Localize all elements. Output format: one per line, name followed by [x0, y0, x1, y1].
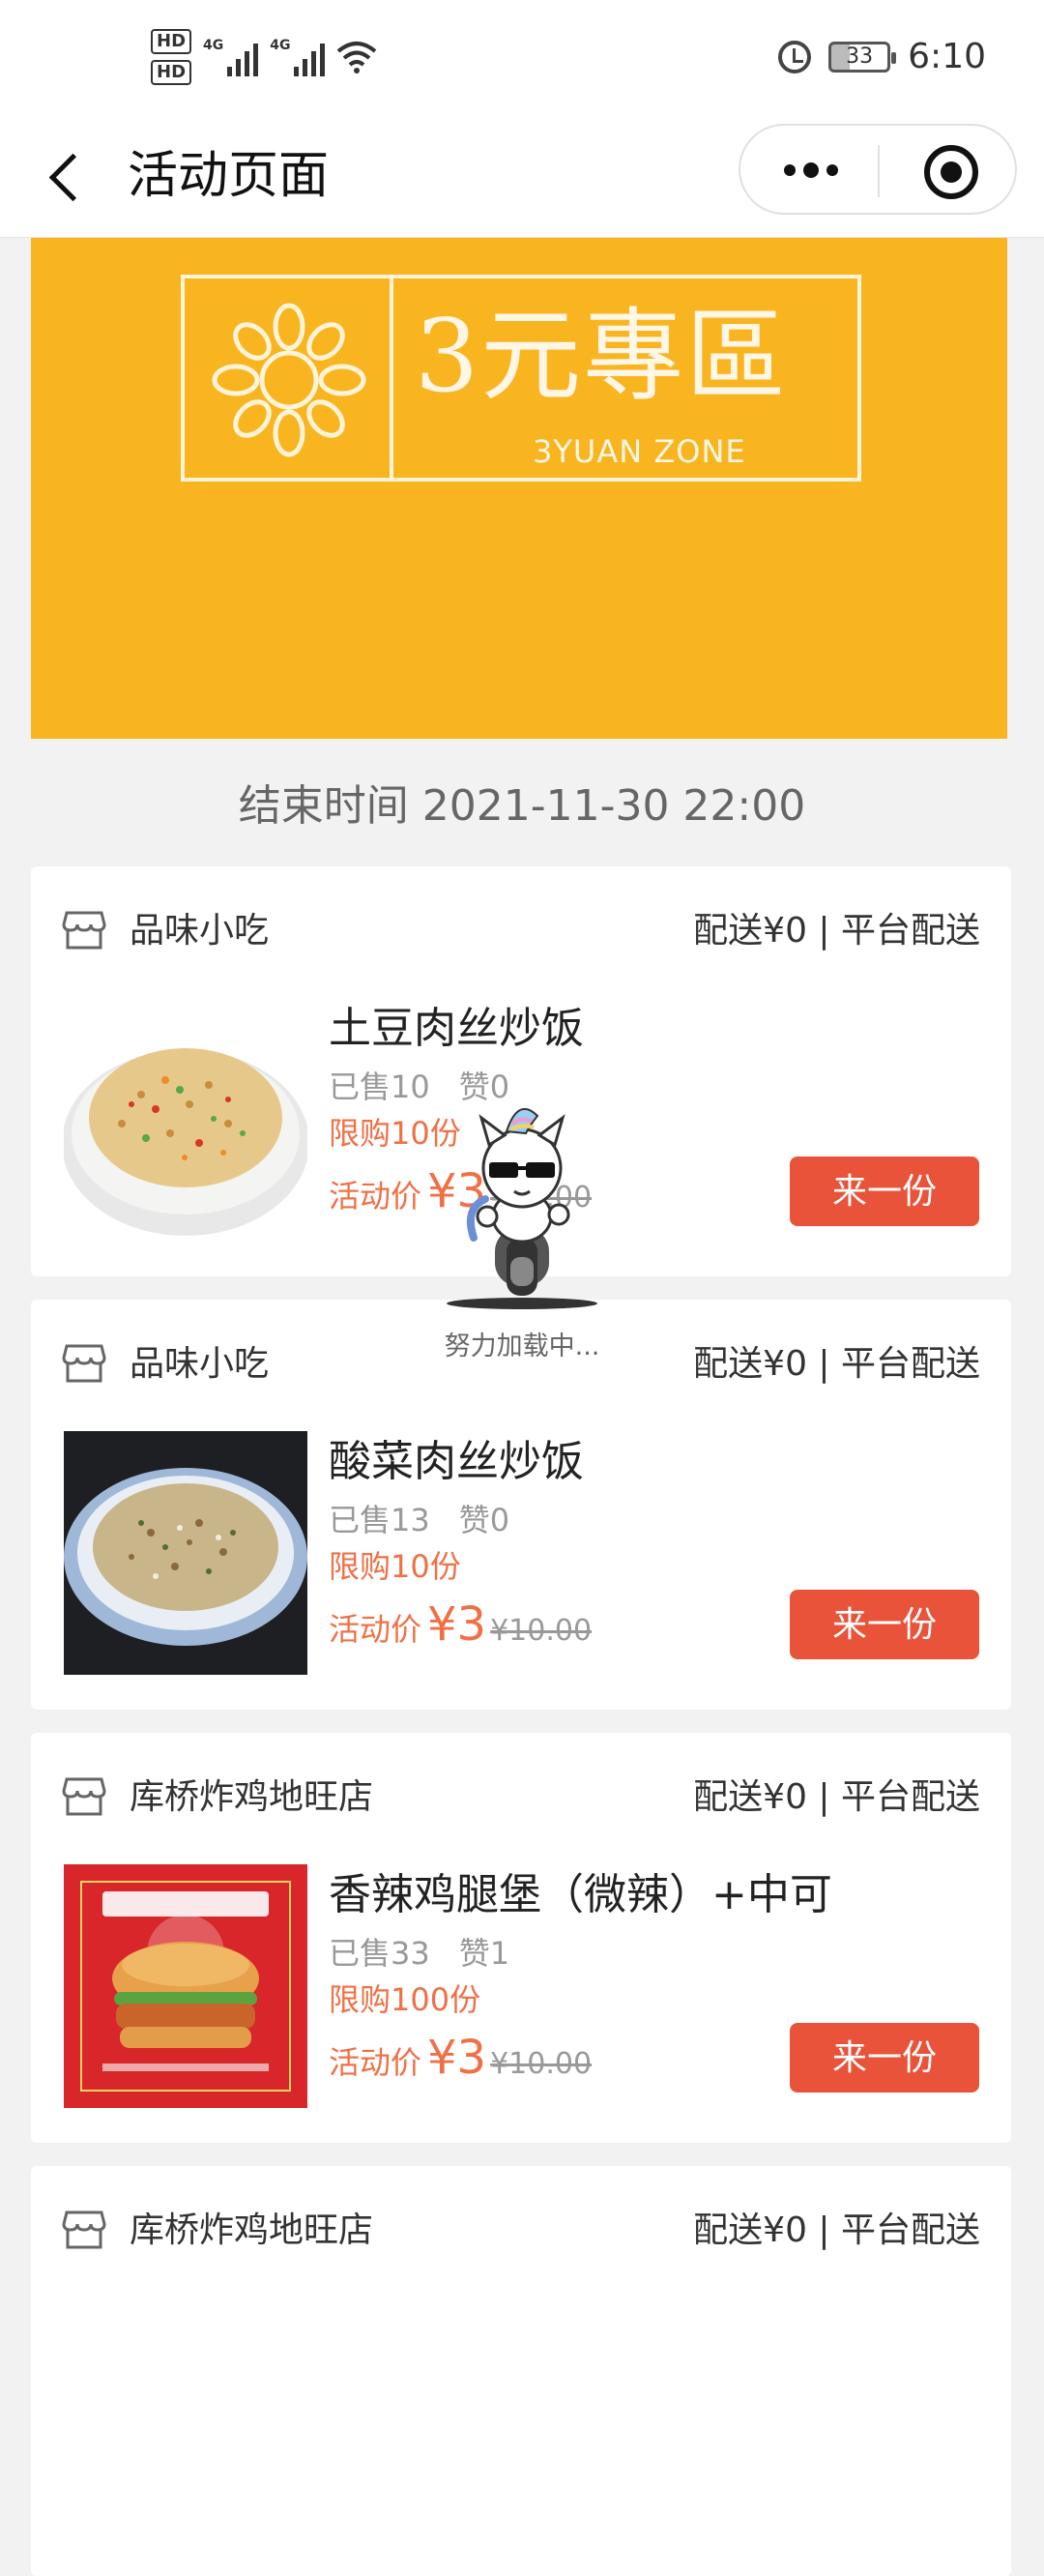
buy-button[interactable]: 来一份: [790, 1156, 979, 1226]
delivery-info: 配送¥0 | 平台配送: [693, 2210, 980, 2250]
price-label: 活动价: [329, 2044, 422, 2081]
status-left: HD HD 4G 4G: [151, 29, 377, 85]
shop-name: 品味小吃: [130, 911, 270, 951]
hd-icon: HD: [151, 29, 192, 54]
target-circle-icon[interactable]: [924, 145, 978, 199]
sold-count: 已售10: [329, 1068, 430, 1105]
banner-subtitle: 3YUAN ZONE: [533, 433, 746, 470]
buy-button[interactable]: 来一份: [790, 1590, 979, 1659]
hd-indicators: HD HD: [151, 29, 192, 85]
product-stats: 已售33 赞1: [329, 1932, 509, 1975]
shop-icon: [62, 1777, 106, 1816]
delivery-info: 配送¥0 | 平台配送: [693, 911, 980, 951]
shop-row[interactable]: 库桥炸鸡地旺店 配送¥0 | 平台配送: [62, 1770, 980, 1828]
product-name: 酸菜肉丝炒饭: [329, 1437, 584, 1486]
original-price: ¥10.00: [490, 2047, 593, 2081]
signal-icon: 4G: [270, 38, 326, 76]
capsule-divider: [878, 145, 880, 197]
page-title: 活动页面: [128, 147, 330, 205]
back-button[interactable]: [39, 141, 97, 211]
banner-divider: [390, 278, 393, 478]
shop-name: 品味小吃: [130, 1344, 270, 1384]
shop-row[interactable]: 库桥炸鸡地旺店 配送¥0 | 平台配送: [62, 2203, 980, 2261]
banner-frame: 3元專區 3YUAN ZONE: [181, 275, 861, 482]
shop-name: 库桥炸鸡地旺店: [130, 2210, 374, 2250]
banner-title: 3元專區: [415, 297, 789, 415]
flower-logo-icon: [212, 303, 366, 457]
product-image[interactable]: [64, 998, 307, 1242]
activity-price: ¥3: [427, 2031, 487, 2085]
loading-text: 努力加载中...: [444, 1332, 600, 1361]
status-bar: HD HD 4G 4G 33 6:10: [0, 0, 1044, 120]
promo-banner[interactable]: 3元專區 3YUAN ZONE: [31, 238, 1007, 739]
signal-icon: 4G: [203, 38, 259, 76]
like-count: 赞1: [458, 1935, 510, 1972]
activity-price: ¥3: [427, 1597, 487, 1652]
purchase-limit: 限购10份: [329, 1548, 461, 1585]
purchase-limit: 限购100份: [329, 1981, 481, 2018]
loading-indicator: 努力加载中...: [425, 1093, 619, 1373]
price-row: 活动价¥3¥10.00: [329, 1595, 592, 1664]
more-dots-icon[interactable]: [777, 151, 845, 190]
activity-end-time: 结束时间 2021-11-30 22:00: [238, 781, 806, 831]
miniprogram-capsule: [739, 124, 1017, 215]
product-card[interactable]: 库桥炸鸡地旺店 配送¥0 | 平台配送: [31, 2166, 1011, 2576]
shop-row[interactable]: 品味小吃 配送¥0 | 平台配送: [62, 903, 980, 961]
original-price: ¥10.00: [490, 1614, 593, 1648]
shop-icon: [62, 1344, 106, 1383]
like-count: 赞0: [458, 1502, 510, 1538]
product-stats: 已售13 赞0: [329, 1499, 509, 1541]
sold-count: 已售33: [329, 1935, 430, 1972]
delivery-info: 配送¥0 | 平台配送: [693, 1777, 980, 1817]
delivery-info: 配送¥0 | 平台配送: [693, 1344, 980, 1384]
battery-icon: 33: [828, 41, 897, 73]
shop-name: 库桥炸鸡地旺店: [130, 1777, 374, 1817]
price-label: 活动价: [329, 1611, 422, 1648]
status-right: 33 6:10: [778, 37, 986, 76]
clock: 6:10: [908, 37, 986, 76]
price-label: 活动价: [329, 1178, 422, 1215]
unicorn-scooter-icon: [447, 1107, 597, 1309]
hd-icon: HD: [151, 60, 192, 85]
sold-count: 已售13: [329, 1502, 430, 1538]
wifi-icon: [336, 40, 377, 74]
product-image[interactable]: [64, 1864, 307, 2108]
product-image[interactable]: [64, 1431, 307, 1675]
shop-icon: [62, 2210, 106, 2249]
product-name: 香辣鸡腿堡（微辣）+中可: [329, 1870, 832, 1919]
price-row: 活动价¥3¥10.00: [329, 2029, 592, 2097]
buy-button[interactable]: 来一份: [790, 2023, 979, 2093]
shop-icon: [62, 911, 106, 950]
nav-bar: 活动页面: [0, 120, 1044, 238]
product-name: 土豆肉丝炒饭: [329, 1004, 584, 1053]
product-card[interactable]: 库桥炸鸡地旺店 配送¥0 | 平台配送 香辣鸡腿堡（微辣）+中可 已售33 赞1 …: [31, 1733, 1011, 2143]
alarm-icon: [778, 40, 812, 73]
